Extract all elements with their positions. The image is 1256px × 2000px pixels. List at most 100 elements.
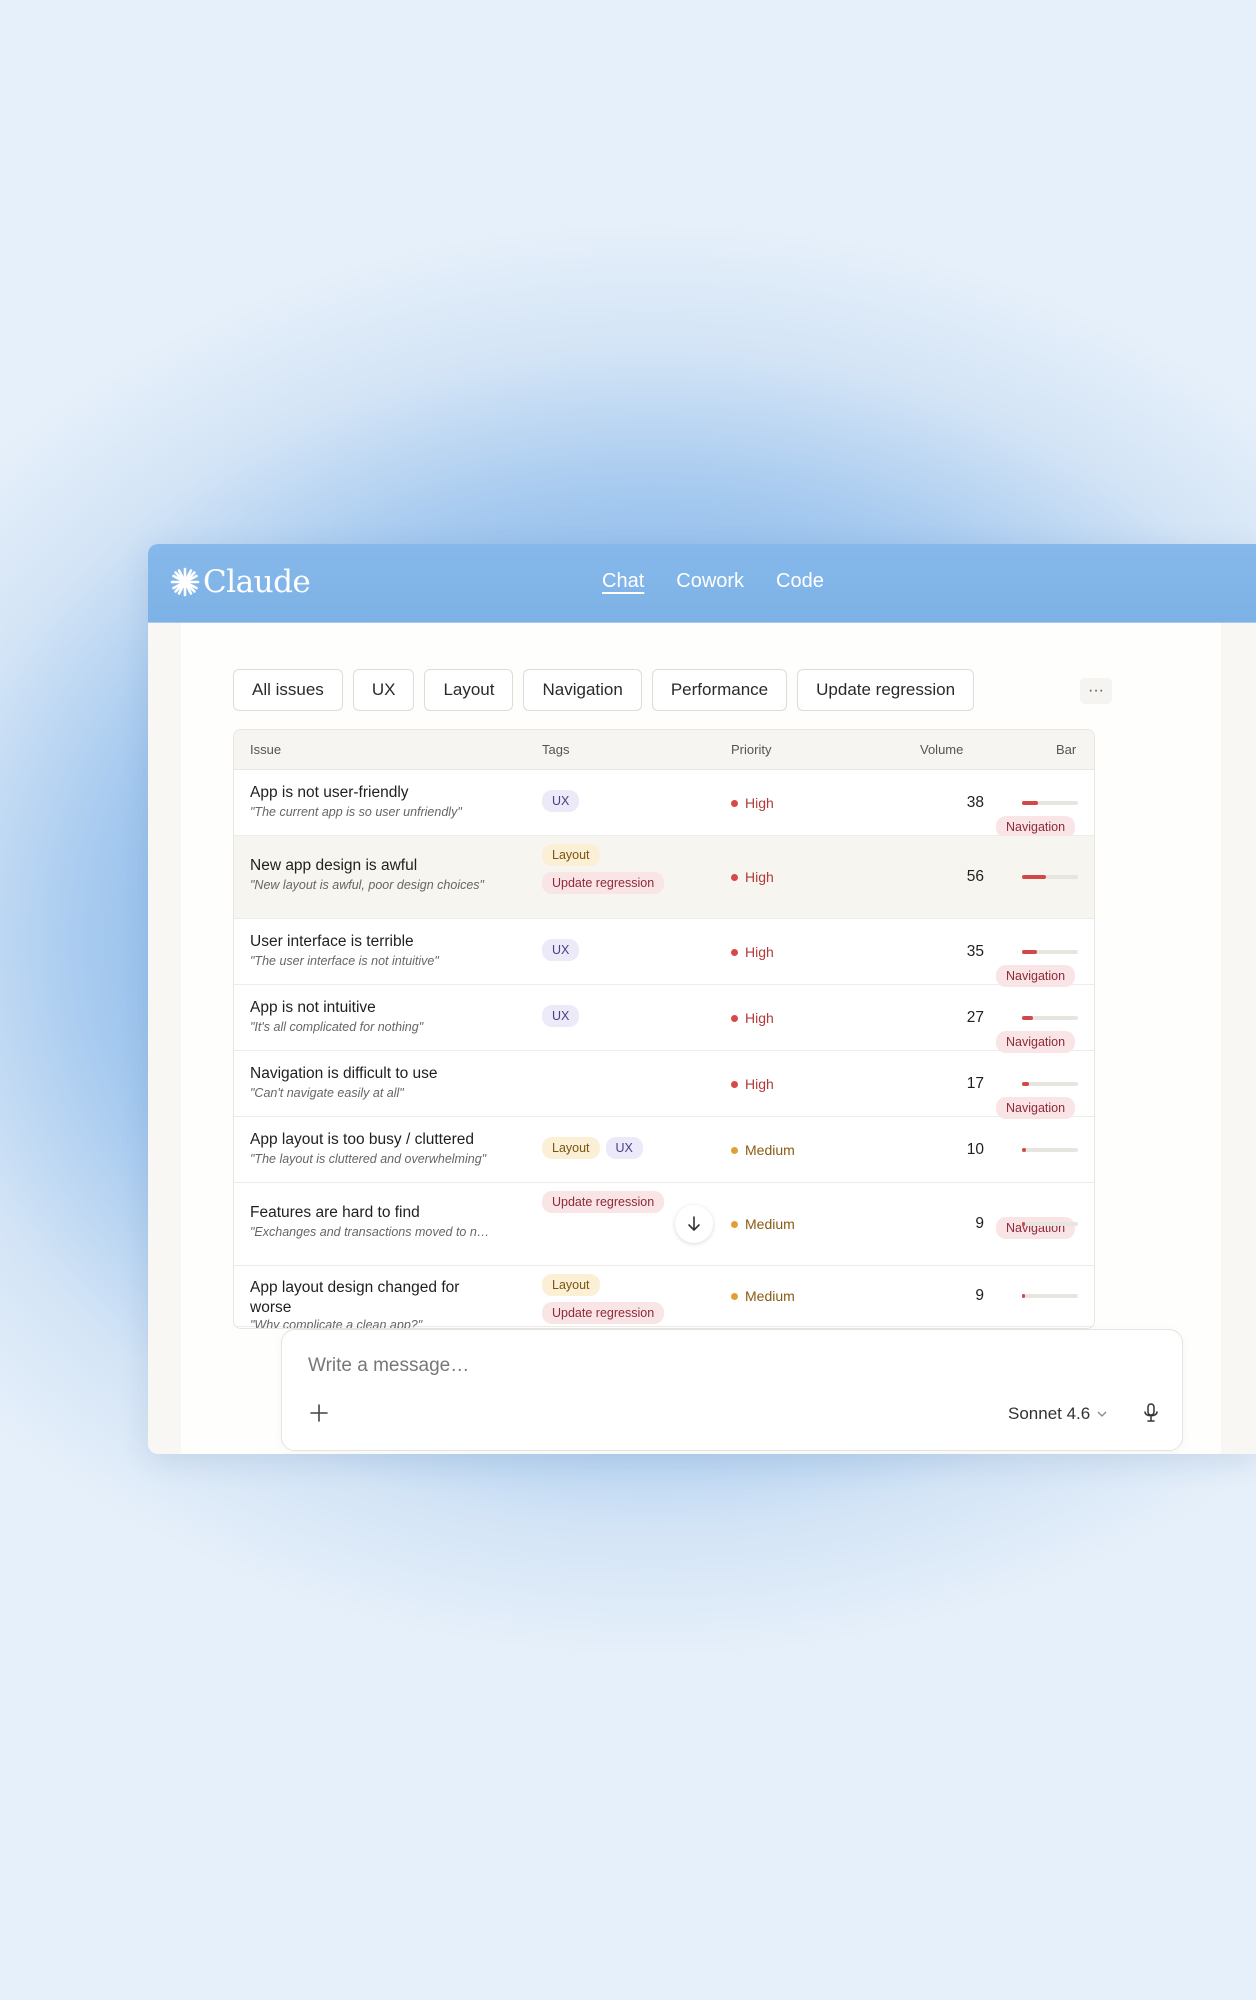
priority-dot-icon	[731, 799, 738, 807]
volume-bar	[1022, 875, 1078, 879]
top-bar: Claude Chat Cowork Code	[148, 544, 1256, 623]
priority-dot-icon	[731, 873, 738, 881]
issue-title: New app design is awful	[250, 857, 418, 874]
volume-bar-fill	[1022, 1222, 1026, 1226]
tag-list: UX Navigation	[542, 1005, 1076, 1053]
plus-icon	[310, 1404, 328, 1422]
header-volume[interactable]: Volume	[920, 742, 963, 757]
volume-bar	[1022, 1148, 1078, 1152]
tag-layout[interactable]: Layout	[542, 1274, 600, 1296]
model-label: Sonnet 4.6	[1008, 1404, 1091, 1423]
priority-label: Medium	[745, 1288, 795, 1304]
issue-quote: "The current app is so user unfriendly"	[250, 805, 462, 819]
more-options-button[interactable]: ···	[1080, 678, 1112, 704]
volume-value: 56	[966, 868, 984, 885]
issues-table: Issue Tags Priority Volume Bar App is no…	[233, 729, 1095, 1329]
header-issue[interactable]: Issue	[250, 742, 281, 757]
table-row[interactable]: Features are hard to find "Exchanges and …	[234, 1183, 1094, 1266]
table-row[interactable]: User interface is terrible "The user inte…	[234, 919, 1094, 987]
filter-all-issues[interactable]: All issues	[233, 669, 343, 711]
tab-code[interactable]: Code	[776, 570, 824, 593]
tab-cowork[interactable]: Cowork	[676, 570, 744, 593]
volume-value: 10	[966, 1141, 984, 1158]
tag-navigation[interactable]: Navigation	[996, 1031, 1076, 1053]
issue-title: App layout design changed for worse	[250, 1279, 460, 1316]
tag-update-regression[interactable]: Update regression	[542, 872, 665, 894]
priority-label: High	[745, 795, 774, 811]
issue-title: App is not user-friendly	[250, 784, 409, 801]
priority-indicator: Medium	[731, 1142, 795, 1158]
issue-quote: "Can't navigate easily at all"	[250, 1086, 404, 1100]
scroll-down-button[interactable]	[675, 1205, 713, 1243]
tag-navigation[interactable]: Navigation	[996, 1097, 1076, 1119]
priority-indicator: High	[731, 869, 774, 885]
priority-label: High	[745, 869, 774, 885]
filter-layout[interactable]: Layout	[424, 669, 514, 711]
tag-list: Layout Update regression	[542, 844, 712, 894]
message-composer: Sonnet 4.6	[281, 1329, 1183, 1451]
volume-value: 27	[966, 1009, 984, 1026]
priority-dot-icon	[731, 1292, 738, 1300]
header-tags[interactable]: Tags	[542, 742, 569, 757]
filter-update-regression[interactable]: Update regression	[797, 669, 975, 711]
volume-value: 17	[966, 1075, 984, 1092]
microphone-icon	[1144, 1403, 1158, 1422]
tag-navigation[interactable]: Navigation	[996, 1217, 1076, 1239]
claude-star-icon	[170, 567, 200, 597]
volume-value: 9	[975, 1215, 984, 1232]
tag-ux[interactable]: UX	[542, 1005, 580, 1027]
priority-indicator: Medium	[731, 1288, 795, 1304]
chat-content: All issues UX Layout Navigation Performa…	[181, 623, 1221, 1454]
issue-title: Features are hard to find	[250, 1204, 420, 1221]
volume-bar-fill	[1022, 801, 1038, 805]
tag-layout[interactable]: Layout	[542, 1137, 600, 1159]
add-attachment-button[interactable]	[306, 1400, 332, 1426]
tag-navigation[interactable]: Navigation	[996, 816, 1076, 838]
tab-chat[interactable]: Chat	[602, 570, 644, 593]
tag-list: Layout UX	[542, 1137, 712, 1159]
priority-indicator: High	[731, 944, 774, 960]
priority-indicator: High	[731, 1076, 774, 1092]
volume-bar-fill	[1022, 1016, 1034, 1020]
header-priority[interactable]: Priority	[731, 742, 771, 757]
filter-navigation[interactable]: Navigation	[523, 669, 642, 711]
claude-logo[interactable]: Claude	[170, 564, 311, 600]
issue-title: App layout is too busy / cluttered	[250, 1131, 475, 1148]
microphone-button[interactable]	[1138, 1400, 1164, 1426]
header-bar[interactable]: Bar	[1056, 742, 1076, 757]
table-row[interactable]: Navigation is difficult to use "Can't nav…	[234, 1051, 1094, 1119]
tag-navigation[interactable]: Navigation	[996, 965, 1076, 987]
app-window: Claude Chat Cowork Code All issues UX La…	[148, 544, 1256, 1454]
tag-ux[interactable]: UX	[542, 790, 580, 812]
arrow-down-icon	[688, 1216, 700, 1231]
priority-dot-icon	[731, 1014, 738, 1022]
priority-dot-icon	[731, 1220, 738, 1228]
table-row[interactable]: App is not user-friendly "The current app…	[234, 770, 1094, 838]
issue-quote: "The layout is cluttered and overwhelmin…	[250, 1152, 487, 1166]
filter-performance[interactable]: Performance	[651, 669, 788, 711]
tag-update-regression[interactable]: Update regression	[542, 1302, 665, 1324]
volume-value: 38	[966, 794, 984, 811]
tag-layout[interactable]: Layout	[542, 844, 600, 866]
tag-update-regression[interactable]: Update regression	[542, 1191, 665, 1213]
model-selector[interactable]: Sonnet 4.6	[1008, 1404, 1108, 1424]
issue-quote: "Why complicate a clean app?"	[250, 1318, 423, 1329]
table-row[interactable]: App layout design changed for worse "Why …	[234, 1266, 1094, 1329]
issue-quote: "Exchanges and transactions moved to n…	[250, 1225, 490, 1239]
tag-ux[interactable]: UX	[605, 1137, 643, 1159]
message-input[interactable]	[306, 1354, 1150, 1378]
table-row[interactable]: App layout is too busy / cluttered "The l…	[234, 1117, 1094, 1183]
filter-ux[interactable]: UX	[352, 669, 415, 711]
volume-value: 9	[975, 1287, 984, 1304]
table-header: Issue Tags Priority Volume Bar	[234, 730, 1094, 770]
volume-bar-fill	[1022, 1294, 1026, 1298]
chevron-down-icon	[1097, 1411, 1107, 1417]
tag-ux[interactable]: UX	[542, 939, 580, 961]
volume-bar	[1022, 1294, 1078, 1298]
priority-label: High	[745, 1076, 774, 1092]
priority-label: Medium	[745, 1216, 795, 1232]
filter-bar: All issues UX Layout Navigation Performa…	[233, 669, 975, 711]
table-row[interactable]: New app design is awful "New layout is aw…	[234, 836, 1094, 919]
tag-list: UX Navigation	[542, 790, 1076, 838]
table-row[interactable]: App is not intuitive "It's all complicate…	[234, 985, 1094, 1053]
